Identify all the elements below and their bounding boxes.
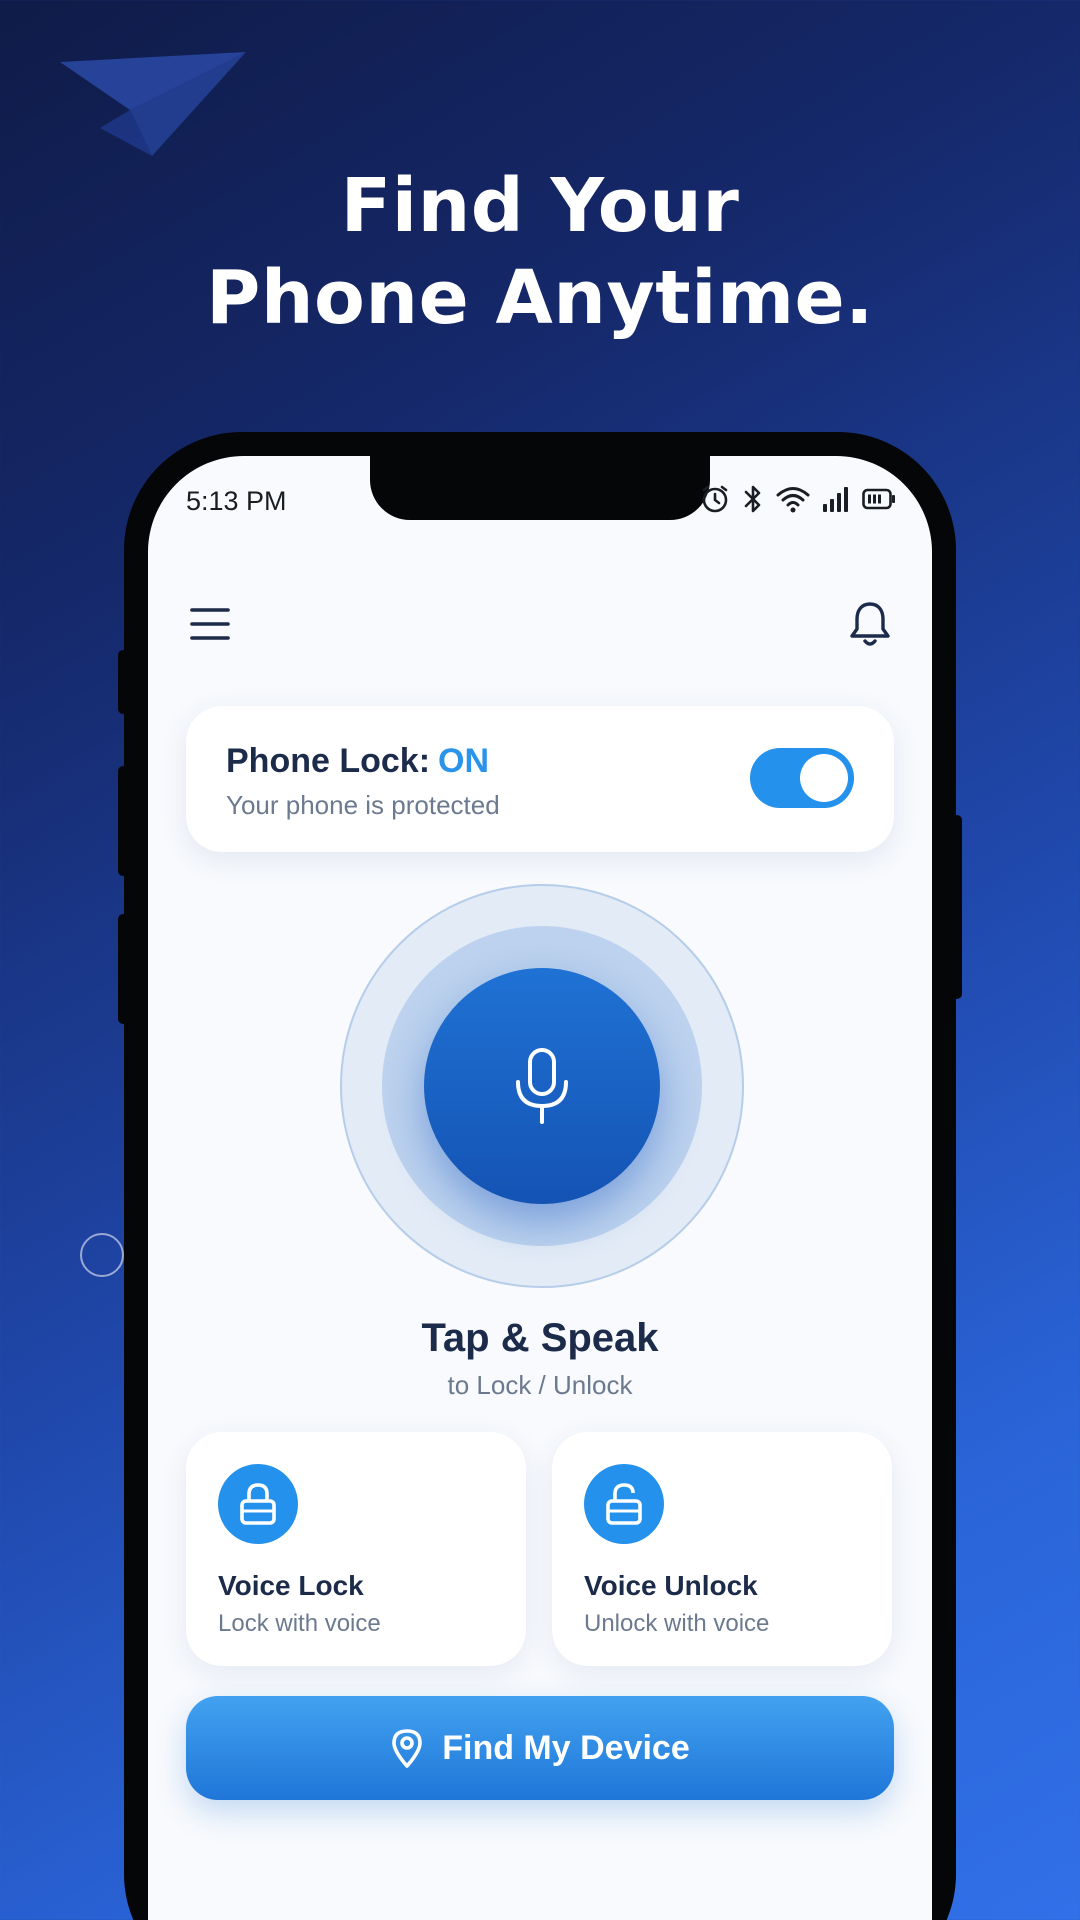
microphone-icon xyxy=(516,1048,568,1124)
status-icons xyxy=(700,484,896,514)
phone-lock-subtitle: Your phone is protected xyxy=(226,790,500,820)
phone-lock-state: ON xyxy=(438,742,490,780)
voice-subtitle: to Lock / Unlock xyxy=(447,1370,633,1400)
voice-lock-icon-circle xyxy=(218,1464,298,1544)
location-pin-icon xyxy=(392,1729,423,1768)
find-my-device-label: Find My Device xyxy=(442,1728,690,1767)
find-my-device-button[interactable]: Find My Device xyxy=(186,1696,894,1800)
headline: Find Your Phone Anytime. xyxy=(0,160,1080,344)
phone-notch xyxy=(370,456,710,520)
toggle-knob xyxy=(800,754,848,802)
menu-icon[interactable] xyxy=(190,606,230,642)
unlock-icon xyxy=(606,1483,642,1525)
voice-lock-title: Voice Lock xyxy=(218,1570,364,1601)
phone-lock-title: Phone Lock: ON xyxy=(226,742,489,781)
headline-line-2: Phone Anytime. xyxy=(206,255,874,341)
phone-screen: 5:13 PM Phone Lock: ON Your phone is pro… xyxy=(148,456,932,1920)
status-time: 5:13 PM xyxy=(186,486,287,516)
voice-unlock-icon-circle xyxy=(584,1464,664,1544)
headline-line-1: Find Your xyxy=(340,163,740,249)
voice-unlock-card[interactable]: Voice Unlock Unlock with voice xyxy=(552,1432,892,1666)
battery-icon xyxy=(862,488,895,510)
voice-lock-card[interactable]: Voice Lock Lock with voice xyxy=(186,1432,526,1666)
phone-lock-toggle[interactable] xyxy=(750,748,854,808)
phone-frame: 5:13 PM Phone Lock: ON Your phone is pro… xyxy=(124,432,956,1920)
bell-icon[interactable] xyxy=(848,600,892,648)
voice-unlock-subtitle: Unlock with voice xyxy=(584,1610,770,1637)
voice-title: Tap & Speak xyxy=(421,1316,659,1360)
voice-lock-subtitle: Lock with voice xyxy=(218,1610,381,1637)
phone-lock-label: Phone Lock: xyxy=(226,742,431,780)
voice-unlock-title: Voice Unlock xyxy=(584,1570,758,1601)
paper-plane-logo xyxy=(60,52,246,156)
wifi-icon xyxy=(776,487,810,513)
microphone-button[interactable] xyxy=(424,968,660,1204)
decorative-circle xyxy=(80,1233,124,1277)
phone-lock-card: Phone Lock: ON Your phone is protected xyxy=(186,706,894,852)
signal-icon xyxy=(823,487,848,512)
lock-icon xyxy=(240,1483,276,1525)
bluetooth-icon xyxy=(744,485,761,513)
alarm-icon xyxy=(702,485,728,513)
